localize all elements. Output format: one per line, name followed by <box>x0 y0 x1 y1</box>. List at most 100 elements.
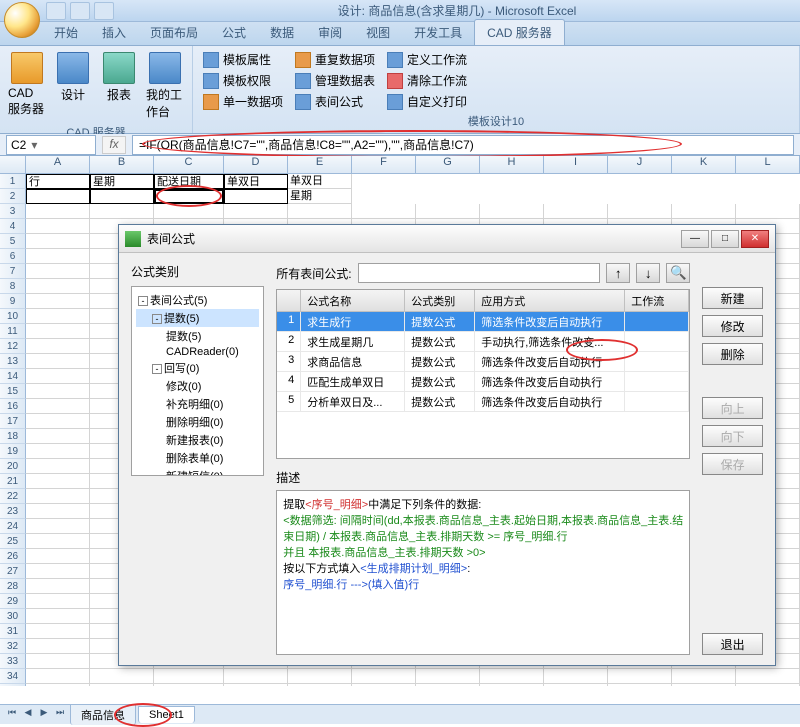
cell[interactable] <box>26 219 90 234</box>
cell[interactable] <box>26 609 90 624</box>
rowhdr[interactable]: 27 <box>0 564 26 579</box>
cell[interactable] <box>26 249 90 264</box>
cell[interactable] <box>544 669 608 684</box>
new-button[interactable]: 新建 <box>702 287 763 309</box>
btn-design[interactable]: 设计 <box>52 50 94 122</box>
th[interactable]: 公式名称 <box>301 290 405 311</box>
rowhdr[interactable]: 23 <box>0 504 26 519</box>
rowhdr[interactable]: 14 <box>0 369 26 384</box>
down-arrow-icon[interactable]: ↓ <box>636 263 660 283</box>
colhdr[interactable]: A <box>26 156 90 173</box>
cell[interactable] <box>672 669 736 684</box>
cell[interactable] <box>154 669 224 684</box>
sheet-tab[interactable]: Sheet1 <box>138 706 195 723</box>
formula-input[interactable]: =IF(OR(商品信息!C7="",商品信息!C8="",A2=""),"",商… <box>132 135 794 155</box>
rowhdr[interactable]: 21 <box>0 474 26 489</box>
btn-repeat-data[interactable]: 重复数据项 <box>291 50 379 69</box>
cell[interactable] <box>90 204 154 219</box>
colhdr[interactable]: G <box>416 156 480 173</box>
tree-item[interactable]: -表间公式(5) <box>136 291 259 309</box>
btn-cad-server[interactable]: CAD 服务器 <box>6 50 48 122</box>
btn-def-workflow[interactable]: 定义工作流 <box>383 50 471 69</box>
category-tree[interactable]: -表间公式(5)-提数(5)提数(5)CADReader(0)-回写(0)修改(… <box>131 286 264 476</box>
cell[interactable] <box>26 384 90 399</box>
th[interactable]: 公式类别 <box>405 290 475 311</box>
tree-item[interactable]: 删除明细(0) <box>136 413 259 431</box>
cell[interactable]: 单双日 <box>224 174 288 189</box>
rowhdr[interactable]: 9 <box>0 294 26 309</box>
cell[interactable] <box>26 549 90 564</box>
btn-report[interactable]: 报表 <box>98 50 140 122</box>
sheet-tab[interactable]: 商品信息 <box>70 704 136 725</box>
cell[interactable]: 配送日期 <box>154 174 224 189</box>
rowhdr[interactable]: 3 <box>0 204 26 219</box>
rowhdr[interactable]: 31 <box>0 624 26 639</box>
btn-inter-formula[interactable]: 表间公式 <box>291 92 379 111</box>
close-button[interactable]: ✕ <box>741 230 769 248</box>
table-row[interactable]: 1求生成行提数公式筛选条件改变后自动执行 <box>277 312 689 332</box>
cell[interactable] <box>416 669 480 684</box>
cell[interactable] <box>416 684 480 686</box>
th[interactable]: 工作流 <box>625 290 689 311</box>
colhdr[interactable]: E <box>288 156 352 173</box>
rowhdr[interactable]: 10 <box>0 309 26 324</box>
btn-workbench[interactable]: 我的工作台 <box>144 50 186 122</box>
cell[interactable] <box>26 414 90 429</box>
tree-item[interactable]: 删除表单(0) <box>136 449 259 467</box>
rowhdr[interactable]: 15 <box>0 384 26 399</box>
cell[interactable] <box>608 204 672 219</box>
tree-item[interactable]: 新建短信(0) <box>136 467 259 476</box>
cell-c2[interactable] <box>154 189 224 204</box>
rowhdr[interactable]: 7 <box>0 264 26 279</box>
next-sheet-icon[interactable]: ▶ <box>36 707 52 723</box>
btn-single-data[interactable]: 单一数据项 <box>199 92 287 111</box>
btn-tpl-prop[interactable]: 模板属性 <box>199 50 287 69</box>
tree-item[interactable]: 提数(5) <box>136 327 259 345</box>
tab-layout[interactable]: 页面布局 <box>138 20 210 45</box>
th[interactable]: 应用方式 <box>475 290 625 311</box>
fx-button[interactable]: fx <box>102 136 126 154</box>
rowhdr[interactable]: 25 <box>0 534 26 549</box>
qat-save[interactable] <box>46 2 66 20</box>
rowhdr[interactable]: 26 <box>0 549 26 564</box>
rowhdr[interactable]: 20 <box>0 459 26 474</box>
minimize-button[interactable]: — <box>681 230 709 248</box>
rowhdr[interactable]: 18 <box>0 429 26 444</box>
save-button[interactable]: 保存 <box>702 453 763 475</box>
rowhdr[interactable]: 2 <box>0 189 26 204</box>
formula-table[interactable]: 公式名称 公式类别 应用方式 工作流 1求生成行提数公式筛选条件改变后自动执行2… <box>276 289 690 459</box>
cell[interactable] <box>352 684 416 686</box>
colhdr[interactable]: I <box>544 156 608 173</box>
up-button[interactable]: 向上 <box>702 397 763 419</box>
rowhdr[interactable]: 22 <box>0 489 26 504</box>
btn-custom-print[interactable]: 自定义打印 <box>383 92 471 111</box>
cell[interactable] <box>736 204 800 219</box>
cell[interactable] <box>26 369 90 384</box>
cell[interactable] <box>90 684 154 686</box>
tab-dev[interactable]: 开发工具 <box>402 20 474 45</box>
rowhdr[interactable]: 19 <box>0 444 26 459</box>
cell[interactable] <box>288 669 352 684</box>
colhdr[interactable]: D <box>224 156 288 173</box>
cell[interactable] <box>26 429 90 444</box>
chevron-down-icon[interactable]: ▾ <box>26 138 42 152</box>
table-row[interactable]: 2求生成星期几提数公式手动执行,筛选条件改变... <box>277 332 689 352</box>
rowhdr[interactable]: 34 <box>0 669 26 684</box>
name-box[interactable]: C2▾ <box>6 135 96 155</box>
rowhdr[interactable]: 35 <box>0 684 26 686</box>
rowhdr[interactable]: 24 <box>0 519 26 534</box>
cell[interactable] <box>224 204 288 219</box>
btn-tpl-perm[interactable]: 模板权限 <box>199 71 287 90</box>
cell[interactable] <box>26 534 90 549</box>
cell[interactable] <box>26 474 90 489</box>
office-orb[interactable] <box>4 2 40 38</box>
cell[interactable] <box>26 444 90 459</box>
colhdr[interactable]: C <box>154 156 224 173</box>
cell[interactable] <box>736 684 800 686</box>
colhdr[interactable]: K <box>672 156 736 173</box>
tab-formula[interactable]: 公式 <box>210 20 258 45</box>
cell[interactable] <box>224 189 288 204</box>
cell[interactable] <box>224 684 288 686</box>
cell[interactable] <box>608 684 672 686</box>
cell[interactable] <box>480 204 544 219</box>
